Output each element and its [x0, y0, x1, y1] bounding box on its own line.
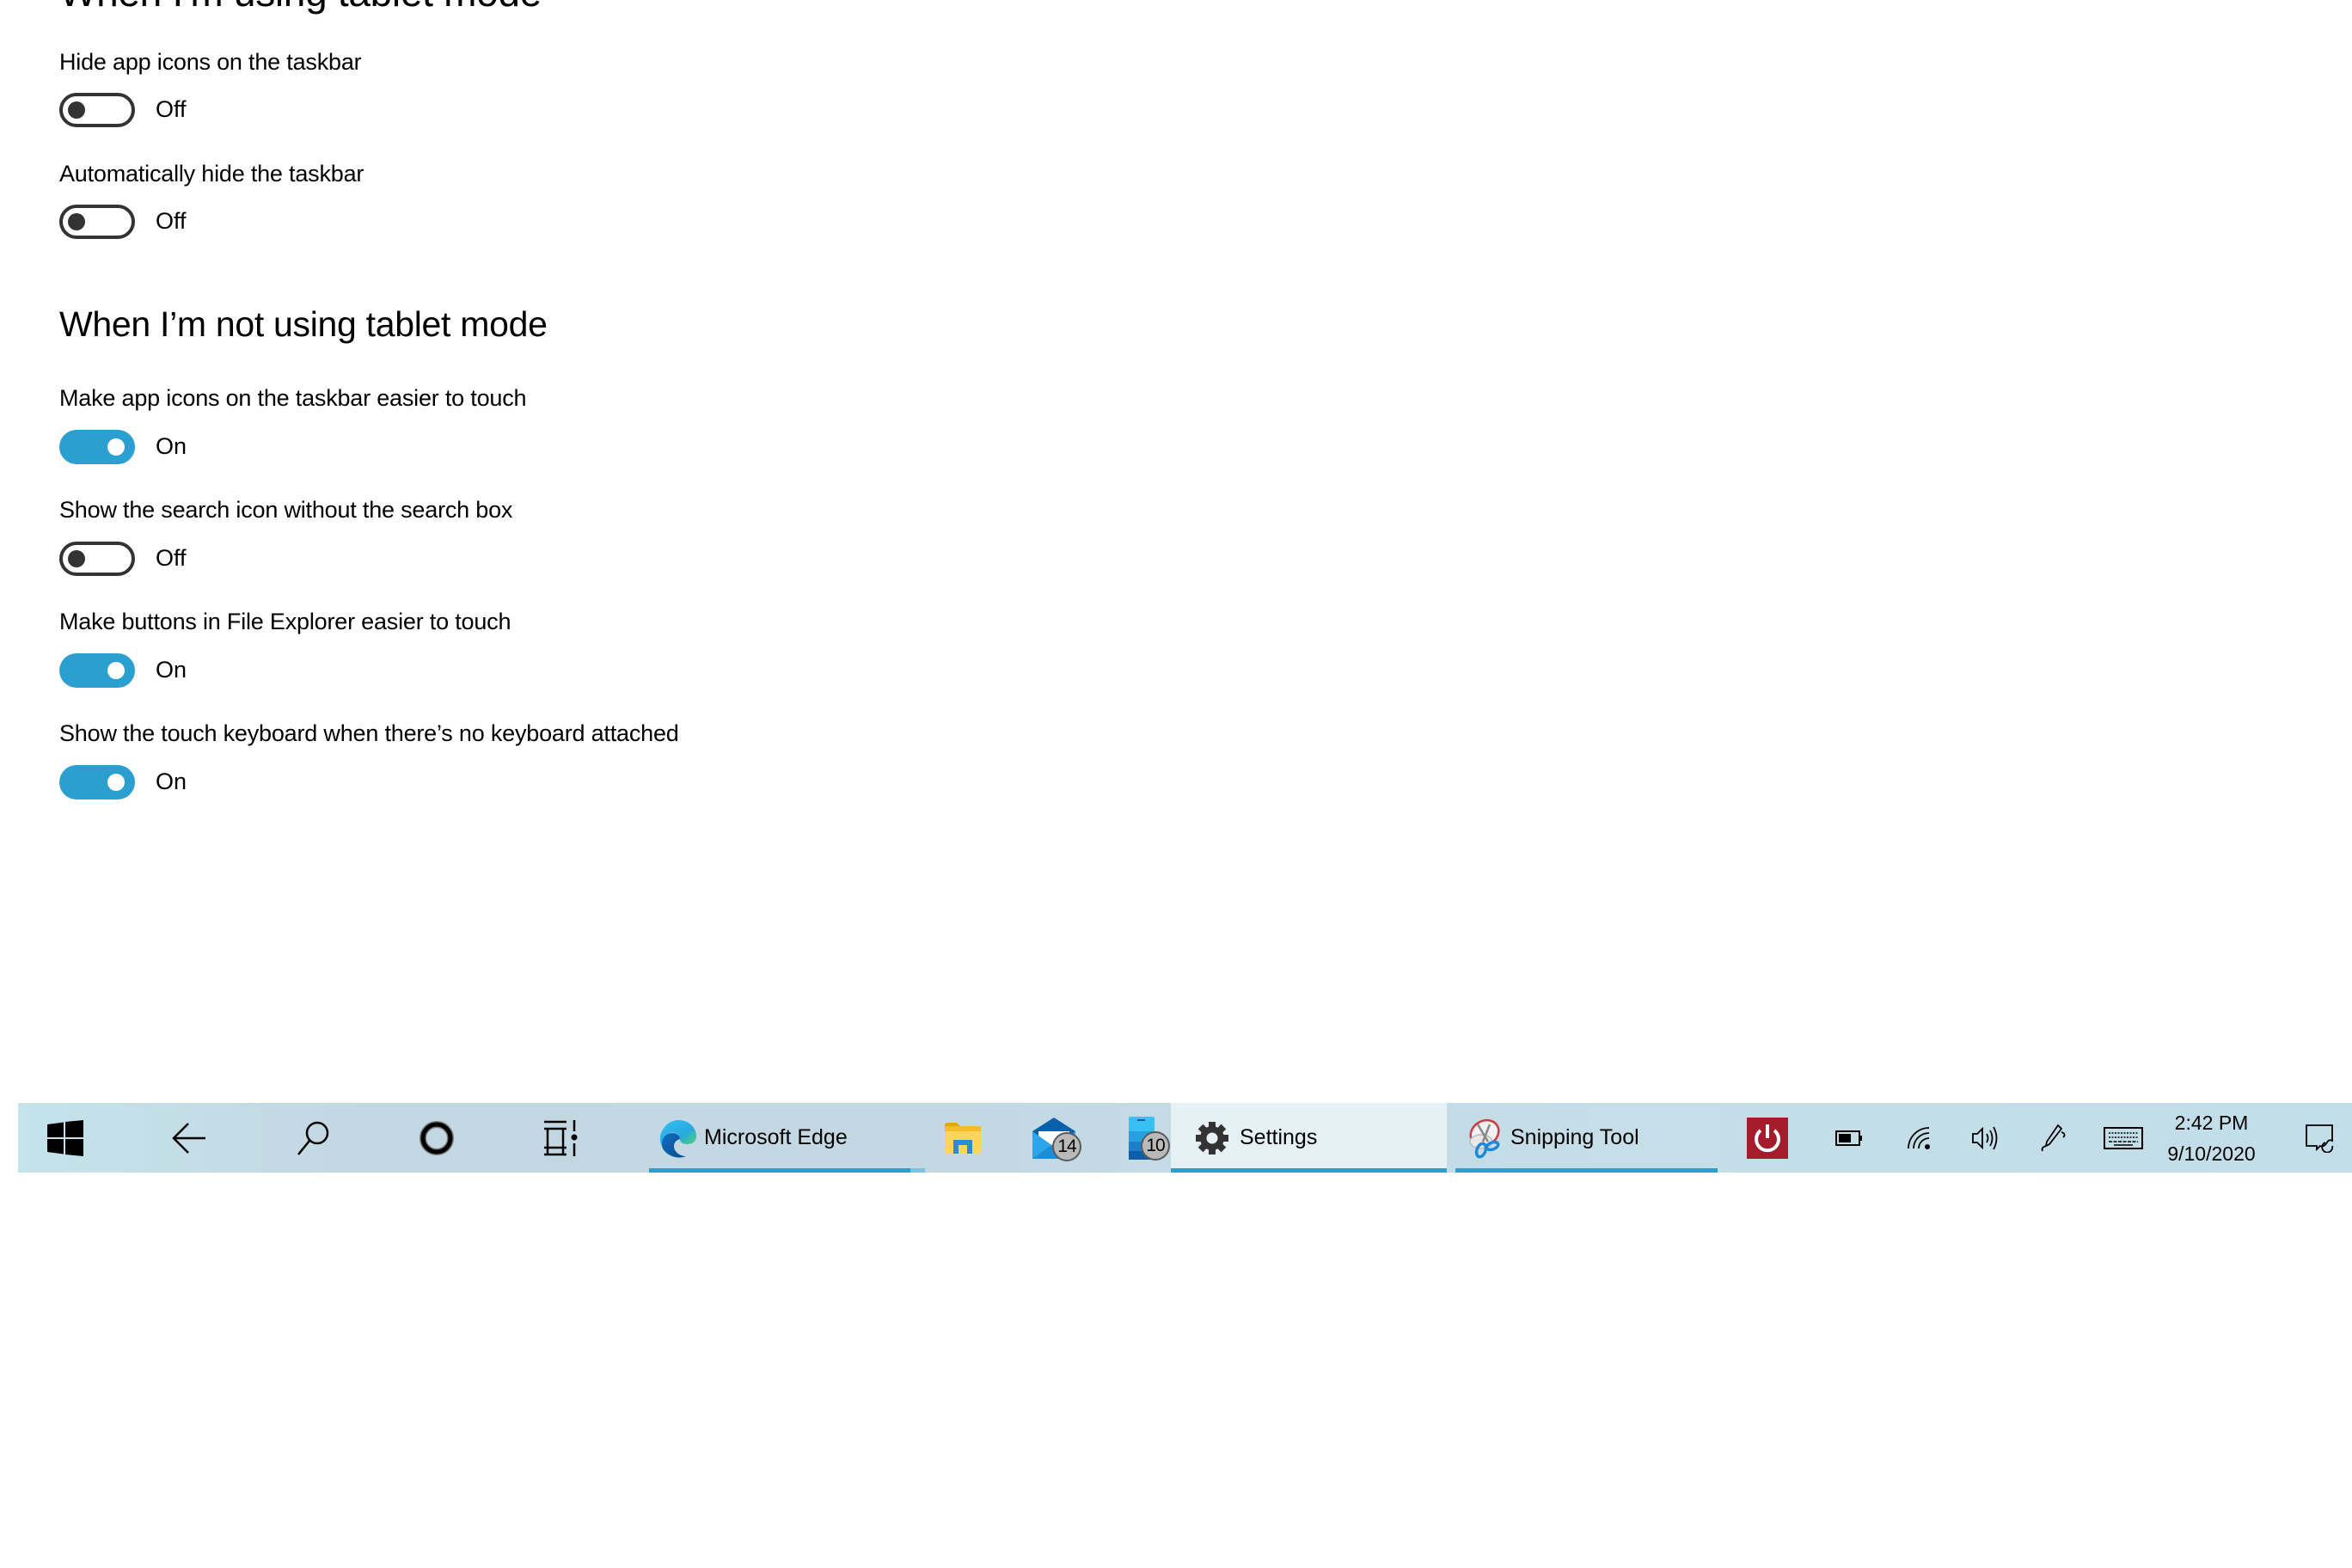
power-icon — [1747, 1117, 1788, 1159]
toggle-knob — [107, 438, 125, 456]
toggle-state-easier-touch-icons: On — [156, 433, 187, 459]
toggle-touch-keyboard[interactable] — [59, 765, 135, 799]
taskbar-app-mail[interactable]: 14 — [1015, 1103, 1093, 1173]
touch-keyboard-icon — [2104, 1126, 2143, 1149]
tray-windows-ink[interactable] — [2032, 1103, 2075, 1173]
battery-icon — [1835, 1130, 1862, 1146]
toggle-hide-app-icons[interactable] — [59, 93, 135, 127]
mail-badge: 14 — [1052, 1132, 1081, 1161]
toggle-knob — [107, 774, 125, 791]
tray-volume[interactable] — [1964, 1103, 2007, 1173]
back-button[interactable] — [159, 1103, 219, 1173]
active-indicator — [649, 1168, 910, 1173]
section-heading-not-tablet-mode: When I’m not using tablet mode — [59, 304, 548, 344]
taskbar-app-label: Snipping Tool — [1510, 1125, 1639, 1149]
task-view-button[interactable] — [530, 1103, 591, 1173]
toggle-state-hide-app-icons: Off — [156, 96, 187, 122]
search-icon — [297, 1121, 329, 1155]
cortana-button[interactable] — [407, 1103, 467, 1173]
toggle-search-icon-only[interactable] — [59, 542, 135, 576]
tray-clock[interactable]: 2:42 PM 9/10/2020 — [2167, 1103, 2256, 1173]
phone-badge: 10 — [1141, 1131, 1170, 1161]
setting-label-search-icon-only: Show the search icon without the search … — [59, 497, 513, 523]
tray-network[interactable] — [1898, 1103, 1941, 1173]
toggle-knob — [68, 213, 85, 230]
active-indicator — [1171, 1168, 1447, 1173]
search-button[interactable] — [284, 1103, 344, 1173]
gear-icon — [1196, 1121, 1228, 1155]
clock-date: 9/10/2020 — [2167, 1142, 2256, 1165]
toggle-easier-touch-icons[interactable] — [59, 430, 135, 464]
toggle-state-auto-hide-taskbar: Off — [156, 208, 187, 234]
volume-icon — [1972, 1126, 1998, 1149]
taskbar: Microsoft Edge 14 10 Settings Snipping T… — [18, 1103, 2352, 1173]
taskbar-app-label: Settings — [1240, 1125, 1318, 1149]
back-arrow-icon — [172, 1122, 205, 1154]
pen-icon — [2041, 1124, 2066, 1151]
tray-touch-keyboard[interactable] — [2099, 1103, 2147, 1173]
toggle-knob — [107, 662, 125, 679]
setting-label-easier-touch-icons: Make app icons on the taskbar easier to … — [59, 385, 527, 411]
tray-battery[interactable] — [1828, 1103, 1871, 1173]
start-button[interactable] — [35, 1103, 95, 1173]
task-view-icon — [544, 1119, 578, 1156]
taskbar-app-snipping-tool[interactable]: Snipping Tool — [1455, 1103, 1718, 1173]
taskbar-app-phone[interactable]: 10 — [1103, 1103, 1180, 1173]
setting-label-hide-app-icons: Hide app icons on the taskbar — [59, 49, 362, 75]
active-indicator — [1455, 1168, 1718, 1173]
tray-power-button[interactable] — [1742, 1103, 1793, 1173]
toggle-state-search-icon-only: Off — [156, 545, 187, 571]
edge-icon — [659, 1119, 696, 1157]
toggle-auto-hide-taskbar[interactable] — [59, 205, 135, 239]
toggle-state-touch-keyboard: On — [156, 769, 187, 794]
toggle-knob — [68, 101, 85, 119]
setting-label-file-explorer-touch: Make buttons in File Explorer easier to … — [59, 609, 511, 634]
toggle-knob — [68, 550, 85, 567]
setting-label-auto-hide-taskbar: Automatically hide the taskbar — [59, 161, 364, 187]
section-heading-tablet-mode: When I'm using tablet mode — [59, 0, 542, 15]
wifi-icon — [1908, 1126, 1930, 1149]
taskbar-app-label: Microsoft Edge — [704, 1125, 848, 1149]
action-center-button[interactable] — [2298, 1103, 2341, 1173]
action-center-icon — [2306, 1124, 2334, 1153]
windows-logo-icon — [47, 1119, 83, 1156]
taskbar-app-edge[interactable]: Microsoft Edge — [649, 1103, 925, 1173]
cortana-circle-icon — [420, 1120, 454, 1155]
active-indicator-tail — [910, 1168, 925, 1173]
taskbar-app-settings[interactable]: Settings — [1171, 1103, 1447, 1173]
folder-icon — [945, 1122, 981, 1154]
clock-time: 2:42 PM — [2174, 1111, 2249, 1134]
snipping-tool-icon — [1469, 1118, 1500, 1158]
toggle-file-explorer-touch[interactable] — [59, 653, 135, 688]
setting-label-touch-keyboard: Show the touch keyboard when there’s no … — [59, 720, 679, 746]
toggle-state-file-explorer-touch: On — [156, 657, 187, 683]
taskbar-app-file-explorer[interactable] — [933, 1103, 993, 1173]
